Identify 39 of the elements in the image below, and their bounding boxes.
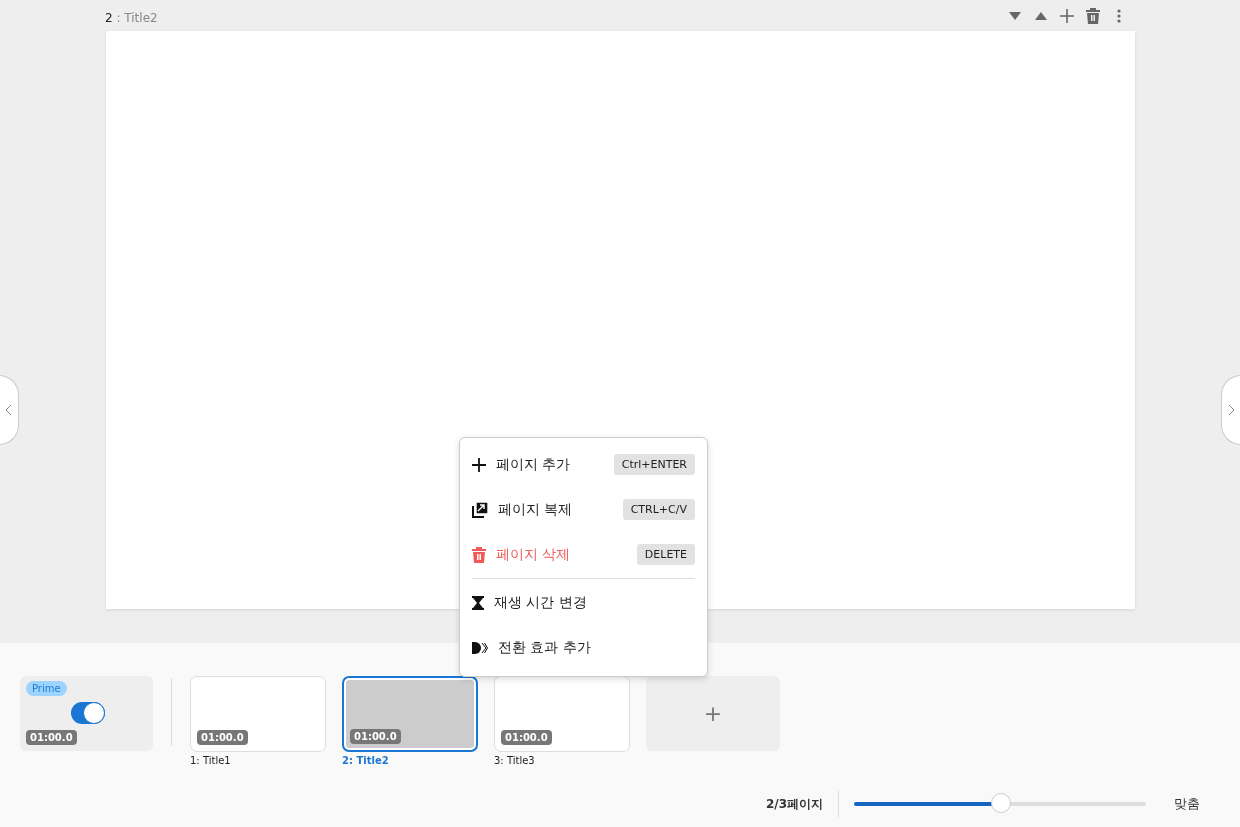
fit-button[interactable]: 맞춤: [1168, 794, 1206, 814]
page-label: 3: Title3: [494, 755, 536, 766]
chevron-right-icon: [1228, 405, 1234, 415]
shortcut-key: DELETE: [636, 544, 695, 565]
hourglass-icon: [472, 595, 484, 610]
plus-icon: [1060, 8, 1074, 23]
zoom-slider[interactable]: [854, 794, 1146, 814]
duration-badge: 01:00.0: [26, 730, 77, 745]
transition-icon: [472, 641, 488, 654]
shortcut-key: CTRL+C/V: [622, 499, 695, 520]
copy-icon: [472, 501, 488, 518]
plus-icon: [472, 457, 486, 472]
triangle-down-icon: [1009, 11, 1021, 20]
page-thumbnail[interactable]: 01:00.0: [342, 676, 478, 752]
delete-button[interactable]: [1083, 5, 1103, 26]
menu-item[interactable]: 페이지 복제 CTRL+C/V: [472, 487, 695, 532]
triangle-up-icon: [1035, 11, 1047, 20]
duration-badge: 01:00.0: [350, 729, 401, 744]
page-thumbnail[interactable]: 01:00.0: [190, 676, 326, 752]
shortcut-key: Ctrl+ENTER: [613, 454, 695, 475]
trash-icon: [1086, 7, 1100, 24]
slider-thumb[interactable]: [991, 793, 1011, 813]
duration-badge: 01:00.0: [197, 730, 248, 745]
menu-item[interactable]: 재생 시간 변경: [472, 580, 695, 625]
prime-toggle[interactable]: [71, 702, 105, 724]
duration-badge: 01:00.0: [501, 730, 552, 745]
add-page-button[interactable]: +: [646, 676, 780, 751]
trash-icon: [472, 546, 486, 563]
page-label: 2: Title2: [342, 755, 390, 766]
chevron-left-icon: [6, 405, 12, 415]
page-count: 2/3페이지: [765, 795, 823, 813]
menu-item[interactable]: 페이지 삭제 DELETE: [472, 532, 695, 577]
page-thumbnail[interactable]: 01:00.0: [494, 676, 630, 752]
menu-item[interactable]: 전환 효과 추가: [472, 625, 695, 670]
page-label: 1: Title1: [190, 755, 232, 766]
more-icon: [1117, 8, 1121, 23]
menu-item[interactable]: 페이지 추가 Ctrl+ENTER: [472, 442, 695, 487]
page-title: 2 : Title2: [105, 9, 158, 25]
prime-badge: Prime: [26, 681, 67, 696]
